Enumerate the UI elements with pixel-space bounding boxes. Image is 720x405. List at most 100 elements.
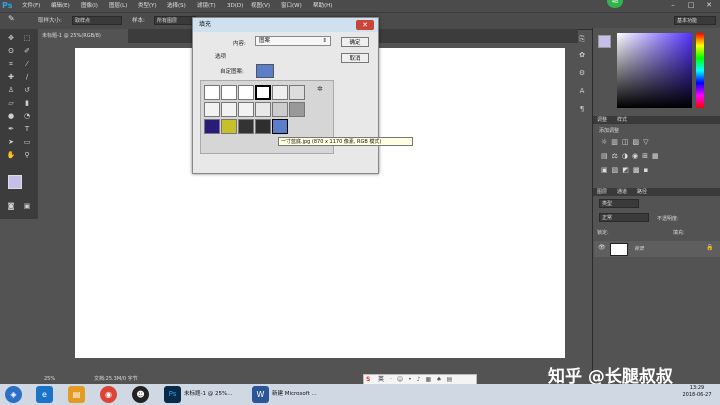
pattern-swatch[interactable]	[255, 85, 271, 100]
color-picker-field[interactable]	[617, 33, 692, 108]
clock[interactable]: 13:29 2018-06-27	[676, 385, 718, 399]
close-button[interactable]: ✕	[702, 0, 716, 11]
ok-button[interactable]: 确定	[341, 37, 369, 47]
custom-pattern-picker[interactable]	[256, 64, 274, 78]
foreground-color-chip[interactable]	[598, 35, 611, 48]
sample-size-select[interactable]: 取样点	[72, 16, 122, 25]
blend-mode-select[interactable]: 正常	[599, 213, 649, 222]
tab-adjustments[interactable]: 调整	[597, 116, 607, 124]
blur-tool-icon[interactable]: ●	[5, 111, 17, 121]
crop-tool-icon[interactable]: ⌗	[5, 59, 17, 69]
menu-help[interactable]: 帮助(H)	[313, 0, 332, 12]
actions-icon[interactable]: ⚙	[576, 68, 588, 78]
lasso-tool-icon[interactable]: ʘ	[5, 46, 17, 56]
hand-tool-icon[interactable]: ✋	[5, 150, 17, 160]
brush-tool-icon[interactable]: ∕	[21, 72, 33, 82]
eye-icon[interactable]: 👁	[598, 244, 606, 251]
text-tool-icon[interactable]: T	[21, 124, 33, 134]
layer-name[interactable]: 背景	[634, 245, 644, 252]
start-icon[interactable]: ◈	[5, 386, 22, 403]
explorer-icon[interactable]: ▤	[68, 386, 85, 403]
character-icon[interactable]: A	[576, 86, 588, 96]
path-select-icon[interactable]: ➤	[5, 137, 17, 147]
eraser-tool-icon[interactable]: ▱	[5, 98, 17, 108]
paragraph-icon[interactable]: ¶	[576, 104, 588, 114]
pen-tool-icon[interactable]: ✒	[5, 124, 17, 134]
minimize-button[interactable]: –	[666, 0, 680, 11]
tab-channels[interactable]: 通道	[617, 188, 627, 196]
content-select[interactable]: 图案 ⇕	[255, 36, 331, 46]
brush-presets-icon[interactable]: ✿	[576, 50, 588, 60]
tab-paths[interactable]: 路径	[637, 188, 647, 196]
quick-mask-icon[interactable]: ◙	[5, 201, 17, 211]
eyedropper-icon[interactable]: ✎	[8, 14, 15, 23]
layer-row[interactable]: 👁 背景 🔒	[594, 241, 720, 257]
gradient-tool-icon[interactable]: ▮	[21, 98, 33, 108]
zoom-level[interactable]: 25%	[44, 374, 55, 384]
pattern-swatch[interactable]	[289, 85, 305, 100]
adjustments-header: 调整 样式	[593, 116, 720, 124]
dialog-close-icon[interactable]: ✕	[356, 20, 374, 30]
adjustment-icons-row-1[interactable]: ☼▥◫▨▽	[601, 138, 653, 146]
pattern-swatch[interactable]	[238, 102, 254, 117]
menu-type[interactable]: 类型(Y)	[138, 0, 157, 12]
sample-select[interactable]: 所有图层	[154, 16, 196, 25]
maximize-button[interactable]: □	[684, 0, 698, 11]
screen-mode-icon[interactable]: ▣	[21, 201, 33, 211]
adjustment-icons-row-2[interactable]: ▤⚖◑◉⊞▦	[601, 152, 663, 160]
pattern-swatch[interactable]	[221, 119, 237, 134]
word-task-label[interactable]: 新建 Microsoft ...	[272, 386, 317, 403]
document-tab[interactable]: 未标题-1 @ 25%(RGB/8)	[38, 29, 128, 43]
tab-layers[interactable]: 图层	[597, 188, 607, 196]
pattern-swatch[interactable]	[289, 102, 305, 117]
pattern-swatch[interactable]	[255, 102, 271, 117]
pattern-swatch[interactable]	[255, 119, 271, 134]
pattern-swatch[interactable]	[204, 102, 220, 117]
layer-kind-filter[interactable]: 类型	[599, 199, 639, 208]
dock-icon-strip: ⎘ ✿ ⚙ A ¶	[572, 28, 592, 128]
menu-filter[interactable]: 滤镜(T)	[197, 0, 216, 12]
pattern-swatch[interactable]	[204, 119, 220, 134]
menu-layer[interactable]: 图层(L)	[109, 0, 127, 12]
qq-icon[interactable]: ☻	[132, 386, 149, 403]
pattern-swatch[interactable]	[221, 102, 237, 117]
shape-tool-icon[interactable]: ▭	[21, 137, 33, 147]
menu-edit[interactable]: 编辑(E)	[51, 0, 70, 12]
menu-3d[interactable]: 3D(D)	[227, 0, 243, 12]
pattern-swatch[interactable]	[238, 85, 254, 100]
hue-slider[interactable]	[696, 33, 704, 108]
pattern-swatch[interactable]	[204, 85, 220, 100]
gear-icon[interactable]: ✲	[317, 85, 323, 93]
menu-file[interactable]: 文件(F)	[22, 0, 40, 12]
eyedropper-tool-icon[interactable]: ⁄	[21, 59, 33, 69]
photoshop-task-label[interactable]: 未标题-1 @ 25%...	[184, 386, 232, 403]
photoshop-task-icon[interactable]: Ps	[164, 386, 181, 403]
ie-icon[interactable]: e	[36, 386, 53, 403]
dodge-tool-icon[interactable]: ◔	[21, 111, 33, 121]
move-tool-icon[interactable]: ✥	[5, 33, 17, 43]
menu-window[interactable]: 窗口(W)	[281, 0, 302, 12]
pattern-swatch-selected[interactable]	[272, 119, 288, 134]
zoom-tool-icon[interactable]: ⚲	[21, 150, 33, 160]
tab-styles[interactable]: 样式	[617, 116, 627, 124]
adjustment-icons-row-3[interactable]: ▣▧◩▩▪	[601, 166, 652, 174]
cancel-button[interactable]: 取消	[341, 53, 369, 63]
marquee-tool-icon[interactable]: ⬚	[21, 33, 33, 43]
history-icon[interactable]: ⎘	[576, 34, 588, 44]
chrome-icon[interactable]: ◉	[100, 386, 117, 403]
pattern-swatch[interactable]	[221, 85, 237, 100]
menu-view[interactable]: 视图(V)	[251, 0, 270, 12]
menu-image[interactable]: 图像(I)	[81, 0, 98, 12]
dialog-titlebar[interactable]: 填充	[193, 18, 378, 32]
quick-select-tool-icon[interactable]: ✐	[21, 46, 33, 56]
history-brush-icon[interactable]: ↺	[21, 85, 33, 95]
pattern-swatch[interactable]	[238, 119, 254, 134]
workspace-select[interactable]: 基本功能	[674, 16, 716, 25]
healing-brush-icon[interactable]: ✚	[5, 72, 17, 82]
stamp-tool-icon[interactable]: ♙	[5, 85, 17, 95]
foreground-color-swatch[interactable]	[8, 175, 22, 189]
pattern-swatch[interactable]	[272, 85, 288, 100]
word-task-icon[interactable]: W	[252, 386, 269, 403]
menu-select[interactable]: 选择(S)	[167, 0, 186, 12]
pattern-swatch[interactable]	[272, 102, 288, 117]
